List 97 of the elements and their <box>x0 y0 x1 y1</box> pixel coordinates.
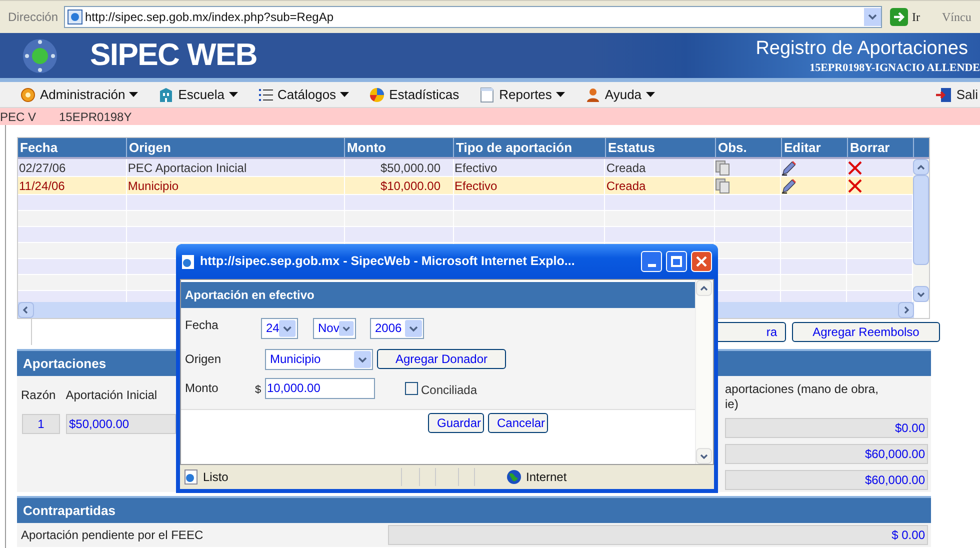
menu-item[interactable]: Ayuda <box>584 84 655 104</box>
menu-item[interactable]: Reportes <box>479 84 565 104</box>
field-label: Monto <box>185 380 220 397</box>
scroll-down-button[interactable] <box>696 448 712 464</box>
building-icon <box>158 86 174 102</box>
total-field: $60,000.00 <box>725 444 928 464</box>
page-icon <box>67 9 83 25</box>
globe-icon <box>506 469 522 485</box>
documents-icon[interactable] <box>715 160 732 176</box>
year-select[interactable]: 2006 <box>370 318 424 338</box>
table-cell: Municipio <box>126 177 345 194</box>
page-icon <box>479 86 496 102</box>
total-field: $60,000.00 <box>725 470 928 490</box>
column-header: Tipo de aportación <box>454 138 606 157</box>
column-header: Monto <box>345 138 454 157</box>
page-icon <box>183 469 199 485</box>
scroll-thumb[interactable] <box>913 175 929 265</box>
table-cell: Efectivo <box>454 159 606 176</box>
currency-label: $ <box>255 382 262 398</box>
field-label: Fecha <box>185 317 220 334</box>
scroll-up-button[interactable] <box>696 280 712 296</box>
table-cell: PEC Aportacion Inicial <box>126 159 345 176</box>
scroll-down-button[interactable] <box>913 286 929 302</box>
table-cell: $10,000.00 <box>344 177 454 194</box>
table-row[interactable]: 02/27/06 PEC Aportacion Inicial $50,000.00 Efectivo Creada <box>18 159 913 177</box>
ratio-field: 1 <box>22 414 60 434</box>
address-field[interactable]: http://sipec.sep.gob.mx/index.php?sub=RegAp <box>64 6 882 28</box>
pie-icon <box>369 86 386 102</box>
origin-select[interactable]: Municipio <box>265 348 373 370</box>
column-header: Estatus <box>606 138 716 157</box>
url-text: http://sipec.sep.gob.mx/index.php?sub=RegAp <box>85 9 334 26</box>
zone-text: Internet <box>526 469 567 486</box>
logo-icon <box>22 38 58 74</box>
dialog-button[interactable]: Guardar <box>428 413 484 433</box>
section-header: Contrapartidas <box>17 496 931 523</box>
go-button[interactable]: Ir <box>890 8 920 26</box>
exit-button[interactable]: Sali <box>936 84 978 104</box>
column-label: Razón <box>21 387 56 402</box>
column-header: Editar <box>782 138 848 157</box>
scroll-left-button[interactable] <box>18 302 34 318</box>
vertical-scrollbar[interactable] <box>695 280 713 464</box>
scroll-right-button[interactable] <box>898 302 914 318</box>
pencil-icon[interactable] <box>781 160 798 176</box>
maximize-button[interactable] <box>666 251 687 272</box>
day-select[interactable]: 24 <box>261 318 298 338</box>
menu-item[interactable]: Escuela <box>158 84 238 104</box>
add-donor-button[interactable]: Agregar Donador <box>377 349 506 369</box>
month-select[interactable]: Nov <box>313 318 356 338</box>
person-icon <box>584 86 601 102</box>
column-header: Borrar <box>848 138 914 157</box>
note-text: aportaciones (mano de obra, <box>725 382 880 397</box>
links-label: Víncu <box>942 9 972 26</box>
address-label: Dirección <box>8 9 60 26</box>
row-label: Aportación pendiente por el FEEC <box>21 527 204 544</box>
column-header: Obs. <box>716 138 782 157</box>
action-button[interactable]: Agregar Reembolso <box>792 322 940 342</box>
dialog-button[interactable]: Cancelar <box>488 413 548 433</box>
menu-item[interactable]: Catálogos <box>258 84 350 104</box>
documents-icon[interactable] <box>715 178 732 194</box>
page-title: Registro de Aportaciones <box>756 36 968 60</box>
table-row[interactable]: 11/24/06 Municipio $10,000.00 Efectivo Creada <box>18 177 913 195</box>
minimize-button[interactable] <box>641 251 662 272</box>
amount-input[interactable]: 10,000.00 <box>265 378 375 398</box>
window-title: http://sipec.sep.gob.mx - SipecWeb - Microsoft Internet Explo... <box>200 253 576 270</box>
menu-item[interactable]: Estadísticas <box>369 84 460 104</box>
column-header: Fecha <box>18 138 127 157</box>
total-field: $0.00 <box>725 418 928 438</box>
gear-icon <box>20 86 36 102</box>
app-title: SIPEC WEB <box>90 36 257 74</box>
scroll-up-button[interactable] <box>913 159 929 175</box>
table-cell: 11/24/06 <box>18 177 127 194</box>
section-header: Aportación en efectivo <box>181 282 695 308</box>
school-name: 15EPR0198Y-IGNACIO ALLENDE <box>810 60 980 74</box>
table-cell: Efectivo <box>454 177 606 194</box>
delete-icon[interactable] <box>848 178 862 192</box>
page-icon <box>180 254 196 270</box>
vertical-scrollbar[interactable] <box>913 159 929 302</box>
checkbox-label: Conciliada <box>421 382 478 398</box>
close-icon[interactable] <box>691 251 712 272</box>
table-cell: $50,000.00 <box>344 159 454 176</box>
pencil-icon[interactable] <box>781 178 798 194</box>
value-field: $ 0.00 <box>388 525 928 545</box>
checkbox[interactable] <box>405 382 418 394</box>
amount-field: $50,000.00 <box>66 414 176 434</box>
list-icon <box>258 86 274 102</box>
arrow-right-icon <box>890 8 908 26</box>
status-text: Listo <box>203 469 230 486</box>
exit-door-icon <box>936 86 952 102</box>
delete-icon[interactable] <box>848 160 862 174</box>
column-header: Origen <box>127 138 345 157</box>
note-text: ie) <box>725 397 740 412</box>
school-code: 15EPR0198Y <box>59 108 132 126</box>
program-label: PEC V <box>0 108 38 126</box>
table-cell: 02/27/06 <box>18 159 127 176</box>
column-label: Aportación Inicial <box>66 387 158 402</box>
field-label: Origen <box>185 351 222 368</box>
menu-item[interactable]: Administración <box>20 84 138 104</box>
